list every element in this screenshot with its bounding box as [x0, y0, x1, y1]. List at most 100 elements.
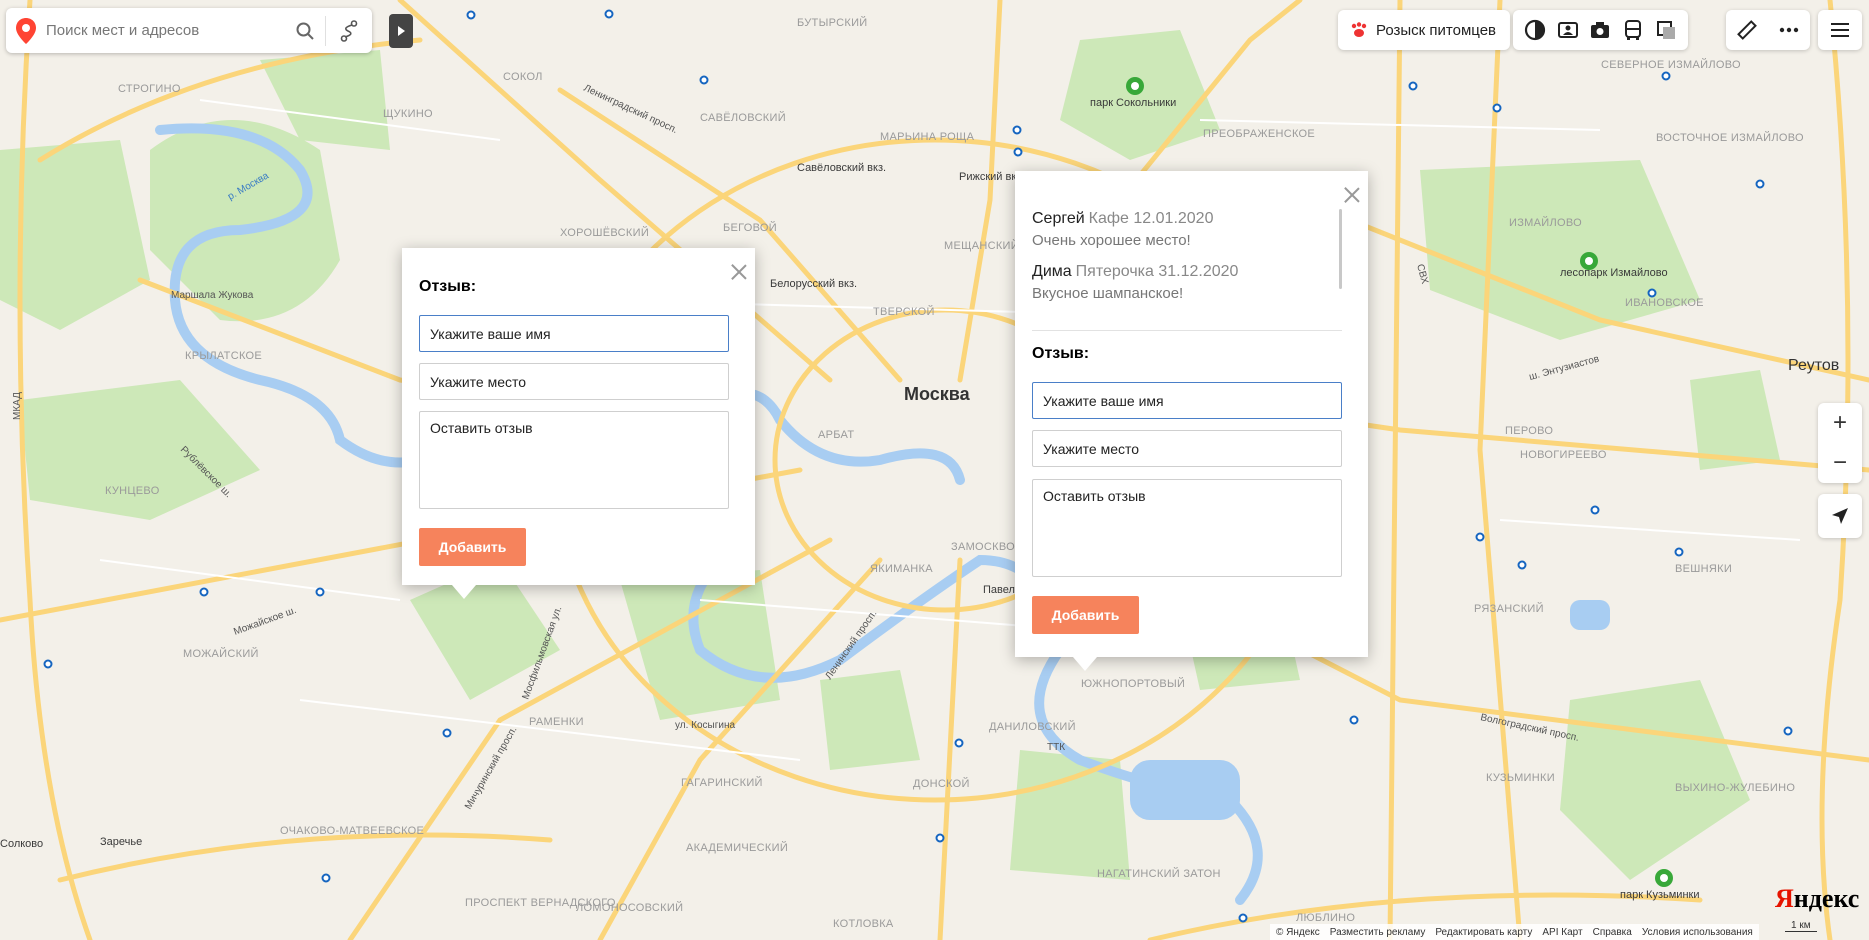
review-heading: Отзыв:: [1032, 345, 1090, 362]
balloon-tail: [452, 585, 476, 599]
review-author: Дима: [1032, 263, 1072, 280]
svg-text:Маршала Жукова: Маршала Жукова: [171, 290, 254, 301]
svg-text:НОВОГИРЕЕВО: НОВОГИРЕЕВО: [1520, 449, 1607, 461]
tools-toolbar: [1726, 10, 1810, 50]
svg-text:МЕЩАНСКИЙ: МЕЩАНСКИЙ: [944, 239, 1019, 252]
svg-text:Белорусский вкз.: Белорусский вкз.: [770, 278, 857, 290]
place-field[interactable]: [1032, 430, 1342, 467]
location-arrow-icon: [1832, 508, 1848, 524]
svg-text:ИЗМАЙЛОВО: ИЗМАЙЛОВО: [1509, 216, 1582, 229]
zoom-out-button[interactable]: −: [1818, 443, 1862, 483]
svg-text:ХОРОШЁВСКИЙ: ХОРОШЁВСКИЙ: [560, 226, 649, 239]
svg-text:Реутов: Реутов: [1788, 357, 1839, 374]
copyright-text: © Яндекс: [1276, 926, 1320, 938]
hamburger-icon: [1831, 23, 1849, 37]
yandex-logo[interactable]: Яндекс: [1775, 884, 1859, 914]
footer-link-ads[interactable]: Разместить рекламу: [1330, 927, 1426, 938]
svg-text:ВЕШНЯКИ: ВЕШНЯКИ: [1675, 563, 1732, 575]
svg-text:ЛОМОНОСОВСКИЙ: ЛОМОНОСОВСКИЙ: [576, 901, 683, 914]
geolocation-button[interactable]: [1818, 494, 1862, 538]
review-item: Сергей Кафе 12.01.2020 Очень хорошее мест…: [1032, 210, 1342, 249]
svg-text:Солково: Солково: [0, 838, 43, 850]
svg-text:ТВЕРСКОЙ: ТВЕРСКОЙ: [873, 305, 935, 318]
zoom-control: + −: [1818, 403, 1862, 483]
svg-text:Заречье: Заречье: [100, 836, 142, 848]
svg-text:СЕВЕРНОЕ ИЗМАЙЛОВО: СЕВЕРНОЕ ИЗМАЙЛОВО: [1601, 58, 1741, 71]
svg-text:ПЕРОВО: ПЕРОВО: [1505, 425, 1553, 437]
svg-text:парк Сокольники: парк Сокольники: [1090, 97, 1176, 109]
svg-text:ЮЖНОПОРТОВЫЙ: ЮЖНОПОРТОВЫЙ: [1081, 677, 1185, 690]
copyright-footer: © Яндекс Разместить рекламу Редактироват…: [1270, 924, 1759, 940]
city-label: Москва: [904, 384, 971, 404]
review-meta: Кафе 12.01.2020: [1088, 210, 1214, 227]
svg-text:МКАД: МКАД: [12, 392, 23, 420]
scale-bar: 1 км: [1785, 920, 1817, 932]
svg-text:ТТК: ТТК: [1047, 742, 1065, 753]
pet-search-button[interactable]: Розыск питомцев: [1338, 10, 1510, 50]
transport-layer-icon[interactable]: [1617, 14, 1649, 46]
svg-text:ДАНИЛОВСКИЙ: ДАНИЛОВСКИЙ: [989, 720, 1076, 733]
review-item: Дима Пятерочка 31.12.2020 Вкусное шампанс…: [1032, 263, 1342, 302]
collapse-panel-button[interactable]: [389, 14, 413, 48]
review-textarea[interactable]: [419, 411, 729, 509]
svg-text:КРЫЛАТСКОЕ: КРЫЛАТСКОЕ: [185, 350, 262, 362]
svg-text:ЩУКИНО: ЩУКИНО: [383, 108, 433, 120]
ruler-icon[interactable]: [1731, 14, 1763, 46]
svg-text:АКАДЕМИЧЕСКИЙ: АКАДЕМИЧЕСКИЙ: [686, 841, 788, 854]
add-review-button[interactable]: Добавить: [1032, 596, 1139, 634]
close-icon[interactable]: [1343, 186, 1361, 204]
add-review-button[interactable]: Добавить: [419, 528, 526, 566]
svg-text:РЯЗАНСКИЙ: РЯЗАНСКИЙ: [1474, 602, 1544, 615]
review-heading: Отзыв:: [419, 278, 477, 295]
map-canvas[interactable]: СТРОГИНО ЩУКИНО СОКОЛ САВЁЛОВСКИЙ МАРЬИН…: [0, 0, 1869, 940]
name-field[interactable]: [419, 315, 729, 352]
map-type-icon[interactable]: [1650, 14, 1682, 46]
review-balloon-right: Сергей Кафе 12.01.2020 Очень хорошее мест…: [1015, 171, 1368, 671]
routes-icon[interactable]: [326, 8, 372, 53]
divider: [1032, 330, 1342, 331]
place-field[interactable]: [419, 363, 729, 400]
footer-link-api[interactable]: API Карт: [1542, 927, 1582, 938]
svg-text:МОЖАЙСКИЙ: МОЖАЙСКИЙ: [183, 647, 259, 660]
svg-text:НАГАТИНСКИЙ ЗАТОН: НАГАТИНСКИЙ ЗАТОН: [1097, 867, 1221, 880]
footer-link-edit-map[interactable]: Редактировать карту: [1435, 927, 1532, 938]
svg-text:САВЁЛОВСКИЙ: САВЁЛОВСКИЙ: [700, 111, 786, 124]
svg-text:КУЗЬМИНКИ: КУЗЬМИНКИ: [1486, 772, 1555, 784]
play-icon: [398, 26, 405, 36]
svg-text:ВОСТОЧНОЕ ИЗМАЙЛОВО: ВОСТОЧНОЕ ИЗМАЙЛОВО: [1656, 131, 1804, 144]
svg-text:ВЫХИНО-ЖУЛЕБИНО: ВЫХИНО-ЖУЛЕБИНО: [1675, 782, 1795, 794]
svg-text:АРБАТ: АРБАТ: [818, 429, 854, 441]
svg-text:КУНЦЕВО: КУНЦЕВО: [105, 485, 160, 497]
review-textarea[interactable]: [1032, 479, 1342, 577]
review-author: Сергей: [1032, 210, 1085, 227]
svg-text:МАРЬИНА РОЩА: МАРЬИНА РОЩА: [880, 131, 975, 143]
photo-layer-icon[interactable]: [1584, 14, 1616, 46]
review-meta: Пятерочка 31.12.2020: [1075, 263, 1239, 280]
search-icon[interactable]: [285, 8, 325, 53]
review-balloon-left: Отзыв: Добавить: [402, 248, 755, 599]
svg-text:КОТЛОВКА: КОТЛОВКА: [833, 918, 894, 930]
name-field[interactable]: [1032, 382, 1342, 419]
reviews-list[interactable]: Сергей Кафе 12.01.2020 Очень хорошее мест…: [1032, 210, 1342, 306]
footer-link-terms[interactable]: Условия использования: [1642, 927, 1753, 938]
main-menu-button[interactable]: [1818, 10, 1862, 50]
search-bar: [6, 8, 372, 53]
paw-icon: [1351, 22, 1367, 37]
svg-text:ДОНСКОЙ: ДОНСКОЙ: [913, 777, 970, 790]
svg-text:лесопарк Измайлово: лесопарк Измайлово: [1560, 267, 1668, 279]
svg-text:СОКОЛ: СОКОЛ: [503, 71, 543, 83]
close-icon[interactable]: [730, 263, 748, 281]
panorama-layer-icon[interactable]: [1552, 14, 1584, 46]
svg-text:ПРЕОБРАЖЕНСКОЕ: ПРЕОБРАЖЕНСКОЕ: [1203, 128, 1315, 140]
more-icon[interactable]: [1773, 14, 1805, 46]
svg-text:ГАГАРИНСКИЙ: ГАГАРИНСКИЙ: [681, 776, 763, 789]
traffic-layer-icon[interactable]: [1519, 14, 1551, 46]
balloon-tail: [1073, 657, 1097, 671]
footer-link-help[interactable]: Справка: [1593, 927, 1632, 938]
reviews-scrollbar[interactable]: [1339, 209, 1342, 289]
svg-text:БУТЫРСКИЙ: БУТЫРСКИЙ: [797, 16, 868, 29]
review-text: Вкусное шампанское!: [1032, 285, 1184, 302]
zoom-in-button[interactable]: +: [1818, 403, 1862, 443]
search-input[interactable]: [46, 10, 285, 51]
svg-text:БЕГОВОЙ: БЕГОВОЙ: [723, 221, 777, 234]
